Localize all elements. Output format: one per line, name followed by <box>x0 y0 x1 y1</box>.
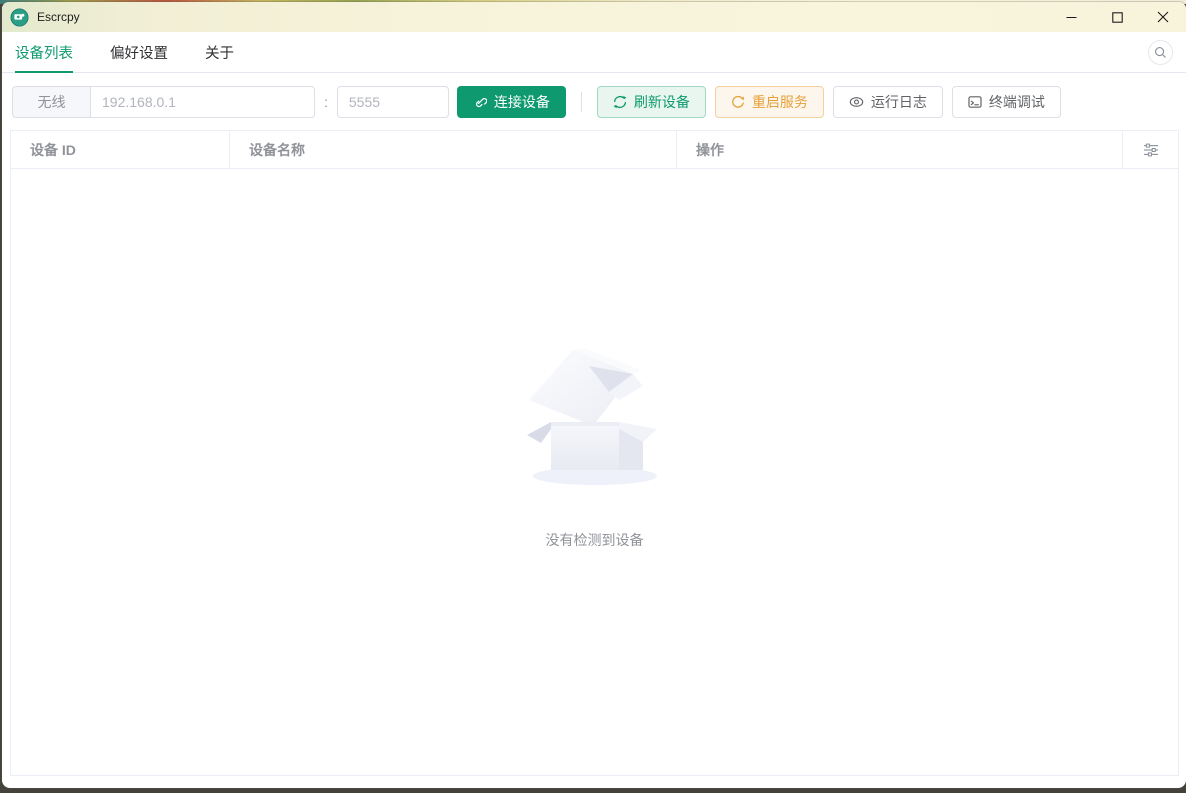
tab-device-list-label: 设备列表 <box>15 45 73 62</box>
window-title: Escrcpy <box>37 10 80 24</box>
wireless-input-group: 无线 <box>12 86 315 118</box>
run-logs-label: 运行日志 <box>870 94 927 110</box>
tab-preferences[interactable]: 偏好设置 <box>110 32 168 72</box>
close-icon <box>1157 11 1169 23</box>
minimize-icon <box>1066 16 1076 18</box>
column-header-device-id: 设备 ID <box>11 131 230 168</box>
empty-state: 没有检测到设备 <box>515 338 675 550</box>
connect-device-label: 连接设备 <box>493 94 550 110</box>
terminal-debug-button[interactable]: 终端调试 <box>951 86 1061 118</box>
host-port-separator: : <box>324 94 328 110</box>
sliders-icon <box>1143 143 1158 156</box>
refresh-devices-label: 刷新设备 <box>633 94 690 110</box>
tab-preferences-label: 偏好设置 <box>110 45 168 62</box>
window-controls <box>1048 2 1186 32</box>
connect-device-button[interactable]: 连接设备 <box>456 86 566 118</box>
tab-device-list[interactable]: 设备列表 <box>15 32 73 73</box>
terminal-debug-label: 终端调试 <box>988 94 1045 110</box>
maximize-button[interactable] <box>1094 2 1140 32</box>
column-header-actions: 操作 <box>677 131 1123 168</box>
link-icon <box>475 98 487 108</box>
action-button-group: 刷新设备 重启服务 运行日志 终端调试 <box>596 86 1061 118</box>
device-table: 设备 ID 设备名称 操作 没有检测到设备 <box>10 130 1179 776</box>
table-body-empty-state: 没有检测到设备 <box>11 169 1178 775</box>
search-button[interactable] <box>1148 40 1173 65</box>
refresh-icon <box>613 95 627 109</box>
maximize-icon <box>1111 11 1123 23</box>
toolbar-divider <box>580 92 582 112</box>
column-settings-button[interactable] <box>1123 131 1178 168</box>
terminal-icon <box>968 96 982 108</box>
table-header: 设备 ID 设备名称 操作 <box>11 131 1178 169</box>
column-header-device-name: 设备名称 <box>230 131 677 168</box>
connection-toolbar: 无线 : 连接设备 刷新设备 <box>2 73 1186 118</box>
port-input[interactable] <box>336 86 449 118</box>
magnifier-icon <box>1155 47 1166 58</box>
restart-arrow-icon <box>732 95 744 108</box>
empty-box-illustration <box>526 348 657 485</box>
restart-service-label: 重启服务 <box>751 94 808 110</box>
restart-service-button[interactable]: 重启服务 <box>714 86 824 118</box>
titlebar: Escrcpy <box>2 2 1186 32</box>
minimize-button[interactable] <box>1048 2 1094 32</box>
tab-bar: 设备列表 偏好设置 关于 <box>2 32 1186 73</box>
close-button[interactable] <box>1140 2 1186 32</box>
eye-icon <box>849 97 864 107</box>
app-logo-icon <box>10 7 29 27</box>
ip-address-input[interactable] <box>90 86 315 118</box>
run-logs-button[interactable]: 运行日志 <box>832 86 943 118</box>
refresh-devices-button[interactable]: 刷新设备 <box>596 86 706 118</box>
empty-message: 没有检测到设备 <box>545 532 644 548</box>
tab-about-label: 关于 <box>205 45 234 62</box>
escrcpy-window: Escrcpy 设备列表 偏好设置 关于 无线 192.168.0.1: 55… <box>2 2 1186 788</box>
wireless-label: 无线 <box>12 86 90 118</box>
tab-about[interactable]: 关于 <box>205 32 234 72</box>
